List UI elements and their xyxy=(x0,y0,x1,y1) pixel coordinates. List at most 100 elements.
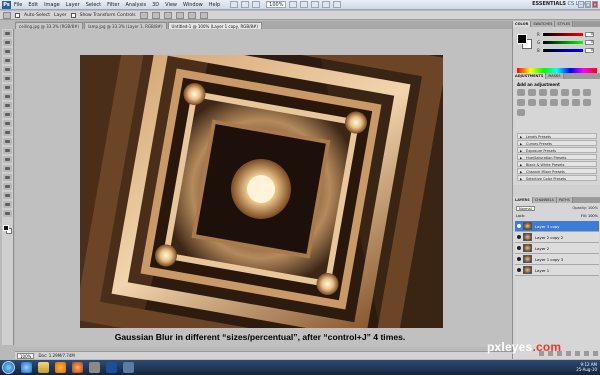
align-left-icon[interactable] xyxy=(175,11,184,19)
tab-masks[interactable]: MASKS xyxy=(546,73,564,79)
tab-adjustments[interactable]: ADJUSTMENTS xyxy=(513,73,547,79)
eraser-tool-icon[interactable] xyxy=(3,120,12,127)
blur-tool-icon[interactable] xyxy=(3,138,12,145)
menu-edit[interactable]: Edit xyxy=(28,2,38,8)
align-middle-icon[interactable] xyxy=(151,11,160,19)
layer-row[interactable]: Layer 1 xyxy=(515,265,599,276)
tab-color[interactable]: COLOR xyxy=(513,21,532,27)
photo-filter-icon[interactable] xyxy=(528,99,536,106)
visibility-eye-icon[interactable] xyxy=(517,224,521,228)
menu-select[interactable]: Select xyxy=(86,2,101,8)
black-white-icon[interactable] xyxy=(517,99,525,106)
tab-styles[interactable]: STYLES xyxy=(555,21,574,27)
layer-row[interactable]: Layer 2 copy 2 xyxy=(515,232,599,243)
zoom-tool-icon[interactable] xyxy=(300,1,309,8)
dodge-tool-icon[interactable] xyxy=(3,147,12,154)
taskbar-app-icon[interactable] xyxy=(89,362,100,373)
zoom-tool-icon[interactable] xyxy=(3,210,12,217)
menu-3d[interactable]: 3D xyxy=(152,2,159,8)
layer-name[interactable]: Layer 2 copy 2 xyxy=(535,235,563,240)
selective-color-icon[interactable] xyxy=(517,109,525,116)
zoom-level-select[interactable]: 100% xyxy=(266,1,287,8)
channel-mixer-icon[interactable] xyxy=(539,99,547,106)
document-image[interactable] xyxy=(80,55,443,328)
fill-field[interactable]: Fill: 100% xyxy=(581,214,598,218)
3d-rotate-tool-icon[interactable] xyxy=(3,192,12,199)
align-top-icon[interactable] xyxy=(139,11,148,19)
windows-explorer-icon[interactable] xyxy=(38,362,49,373)
color-balance-icon[interactable] xyxy=(583,89,591,96)
align-center-icon[interactable] xyxy=(187,11,196,19)
preset-black-white[interactable]: Black & White Presets xyxy=(517,161,597,168)
marquee-tool-icon[interactable] xyxy=(3,39,12,46)
preset-channel-mixer[interactable]: Channel Mixer Presets xyxy=(517,168,597,175)
menu-filter[interactable]: Filter xyxy=(107,2,119,8)
levels-icon[interactable] xyxy=(528,89,536,96)
tab-paths[interactable]: PATHS xyxy=(556,197,573,203)
red-slider[interactable] xyxy=(543,33,583,36)
rotate-view-icon[interactable] xyxy=(311,1,320,8)
move-tool-icon[interactable] xyxy=(3,11,11,19)
new-adjustment-layer-icon[interactable] xyxy=(566,351,571,356)
posterize-icon[interactable] xyxy=(561,99,569,106)
auto-select-dropdown[interactable]: Layer xyxy=(54,13,67,18)
hand-tool-icon[interactable] xyxy=(3,201,12,208)
layer-row[interactable]: Layer 3 copy xyxy=(515,221,599,232)
menu-image[interactable]: Image xyxy=(44,2,60,8)
close-icon[interactable]: × xyxy=(592,1,598,8)
preset-selective-color[interactable]: Selective Color Presets xyxy=(517,175,597,182)
brightness-contrast-icon[interactable] xyxy=(517,89,525,96)
preset-curves[interactable]: Curves Presets xyxy=(517,140,597,147)
path-selection-tool-icon[interactable] xyxy=(3,174,12,181)
firefox-icon[interactable] xyxy=(72,362,83,373)
gradient-tool-icon[interactable] xyxy=(3,129,12,136)
menu-file[interactable]: File xyxy=(14,2,22,8)
green-slider[interactable] xyxy=(543,41,583,44)
blue-slider[interactable] xyxy=(543,49,583,52)
transform-controls-checkbox[interactable] xyxy=(70,12,76,18)
layer-row[interactable]: Layer 1 copy 3 xyxy=(515,254,599,265)
healing-brush-tool-icon[interactable] xyxy=(3,84,12,91)
workspace-switcher[interactable]: ESSENTIALS xyxy=(532,1,566,7)
new-layer-icon[interactable] xyxy=(584,351,589,356)
internet-explorer-icon[interactable] xyxy=(21,362,32,373)
tab-channels[interactable]: CHANNELS xyxy=(532,197,557,203)
exposure-icon[interactable] xyxy=(550,89,558,96)
hue-saturation-icon[interactable] xyxy=(572,89,580,96)
layer-name[interactable]: Layer 1 xyxy=(535,268,549,273)
menu-view[interactable]: View xyxy=(165,2,177,8)
media-player-icon[interactable] xyxy=(55,362,66,373)
visibility-eye-icon[interactable] xyxy=(517,235,521,239)
maximize-icon[interactable]: □ xyxy=(585,1,591,8)
visibility-eye-icon[interactable] xyxy=(517,257,521,261)
move-tool-icon[interactable] xyxy=(3,30,12,37)
type-tool-icon[interactable] xyxy=(3,165,12,172)
foreground-color-swatch[interactable] xyxy=(3,225,9,231)
blue-value-field[interactable]: 0 xyxy=(585,48,594,53)
new-group-icon[interactable] xyxy=(575,351,580,356)
start-button-icon[interactable] xyxy=(2,361,15,374)
preset-hue-saturation[interactable]: Hue/Saturation Presets xyxy=(517,154,597,161)
pen-tool-icon[interactable] xyxy=(3,156,12,163)
screen-mode-icon[interactable] xyxy=(333,1,342,8)
preset-levels[interactable]: Levels Presets xyxy=(517,133,597,140)
layer-name[interactable]: Layer 2 xyxy=(535,246,549,251)
eyedropper-tool-icon[interactable] xyxy=(3,75,12,82)
opacity-field[interactable]: Opacity: 100% xyxy=(572,206,598,211)
invert-icon[interactable] xyxy=(550,99,558,106)
minimize-icon[interactable]: – xyxy=(578,1,584,8)
tab-layers[interactable]: LAYERS xyxy=(513,197,533,203)
taskbar-app-icon[interactable] xyxy=(123,362,134,373)
quick-select-tool-icon[interactable] xyxy=(3,57,12,64)
layer-name[interactable]: Layer 3 copy xyxy=(535,224,559,229)
photoshop-taskbar-icon[interactable] xyxy=(106,362,117,373)
red-value-field[interactable]: 0 xyxy=(585,32,594,37)
align-bottom-icon[interactable] xyxy=(163,11,172,19)
preset-exposure[interactable]: Exposure Presets xyxy=(517,147,597,154)
green-value-field[interactable]: 0 xyxy=(585,40,594,45)
bridge-icon[interactable] xyxy=(230,1,239,8)
threshold-icon[interactable] xyxy=(572,99,580,106)
menu-help[interactable]: Help xyxy=(209,2,220,8)
arrange-documents-icon[interactable] xyxy=(322,1,331,8)
tab-swatches[interactable]: SWATCHES xyxy=(531,21,556,27)
